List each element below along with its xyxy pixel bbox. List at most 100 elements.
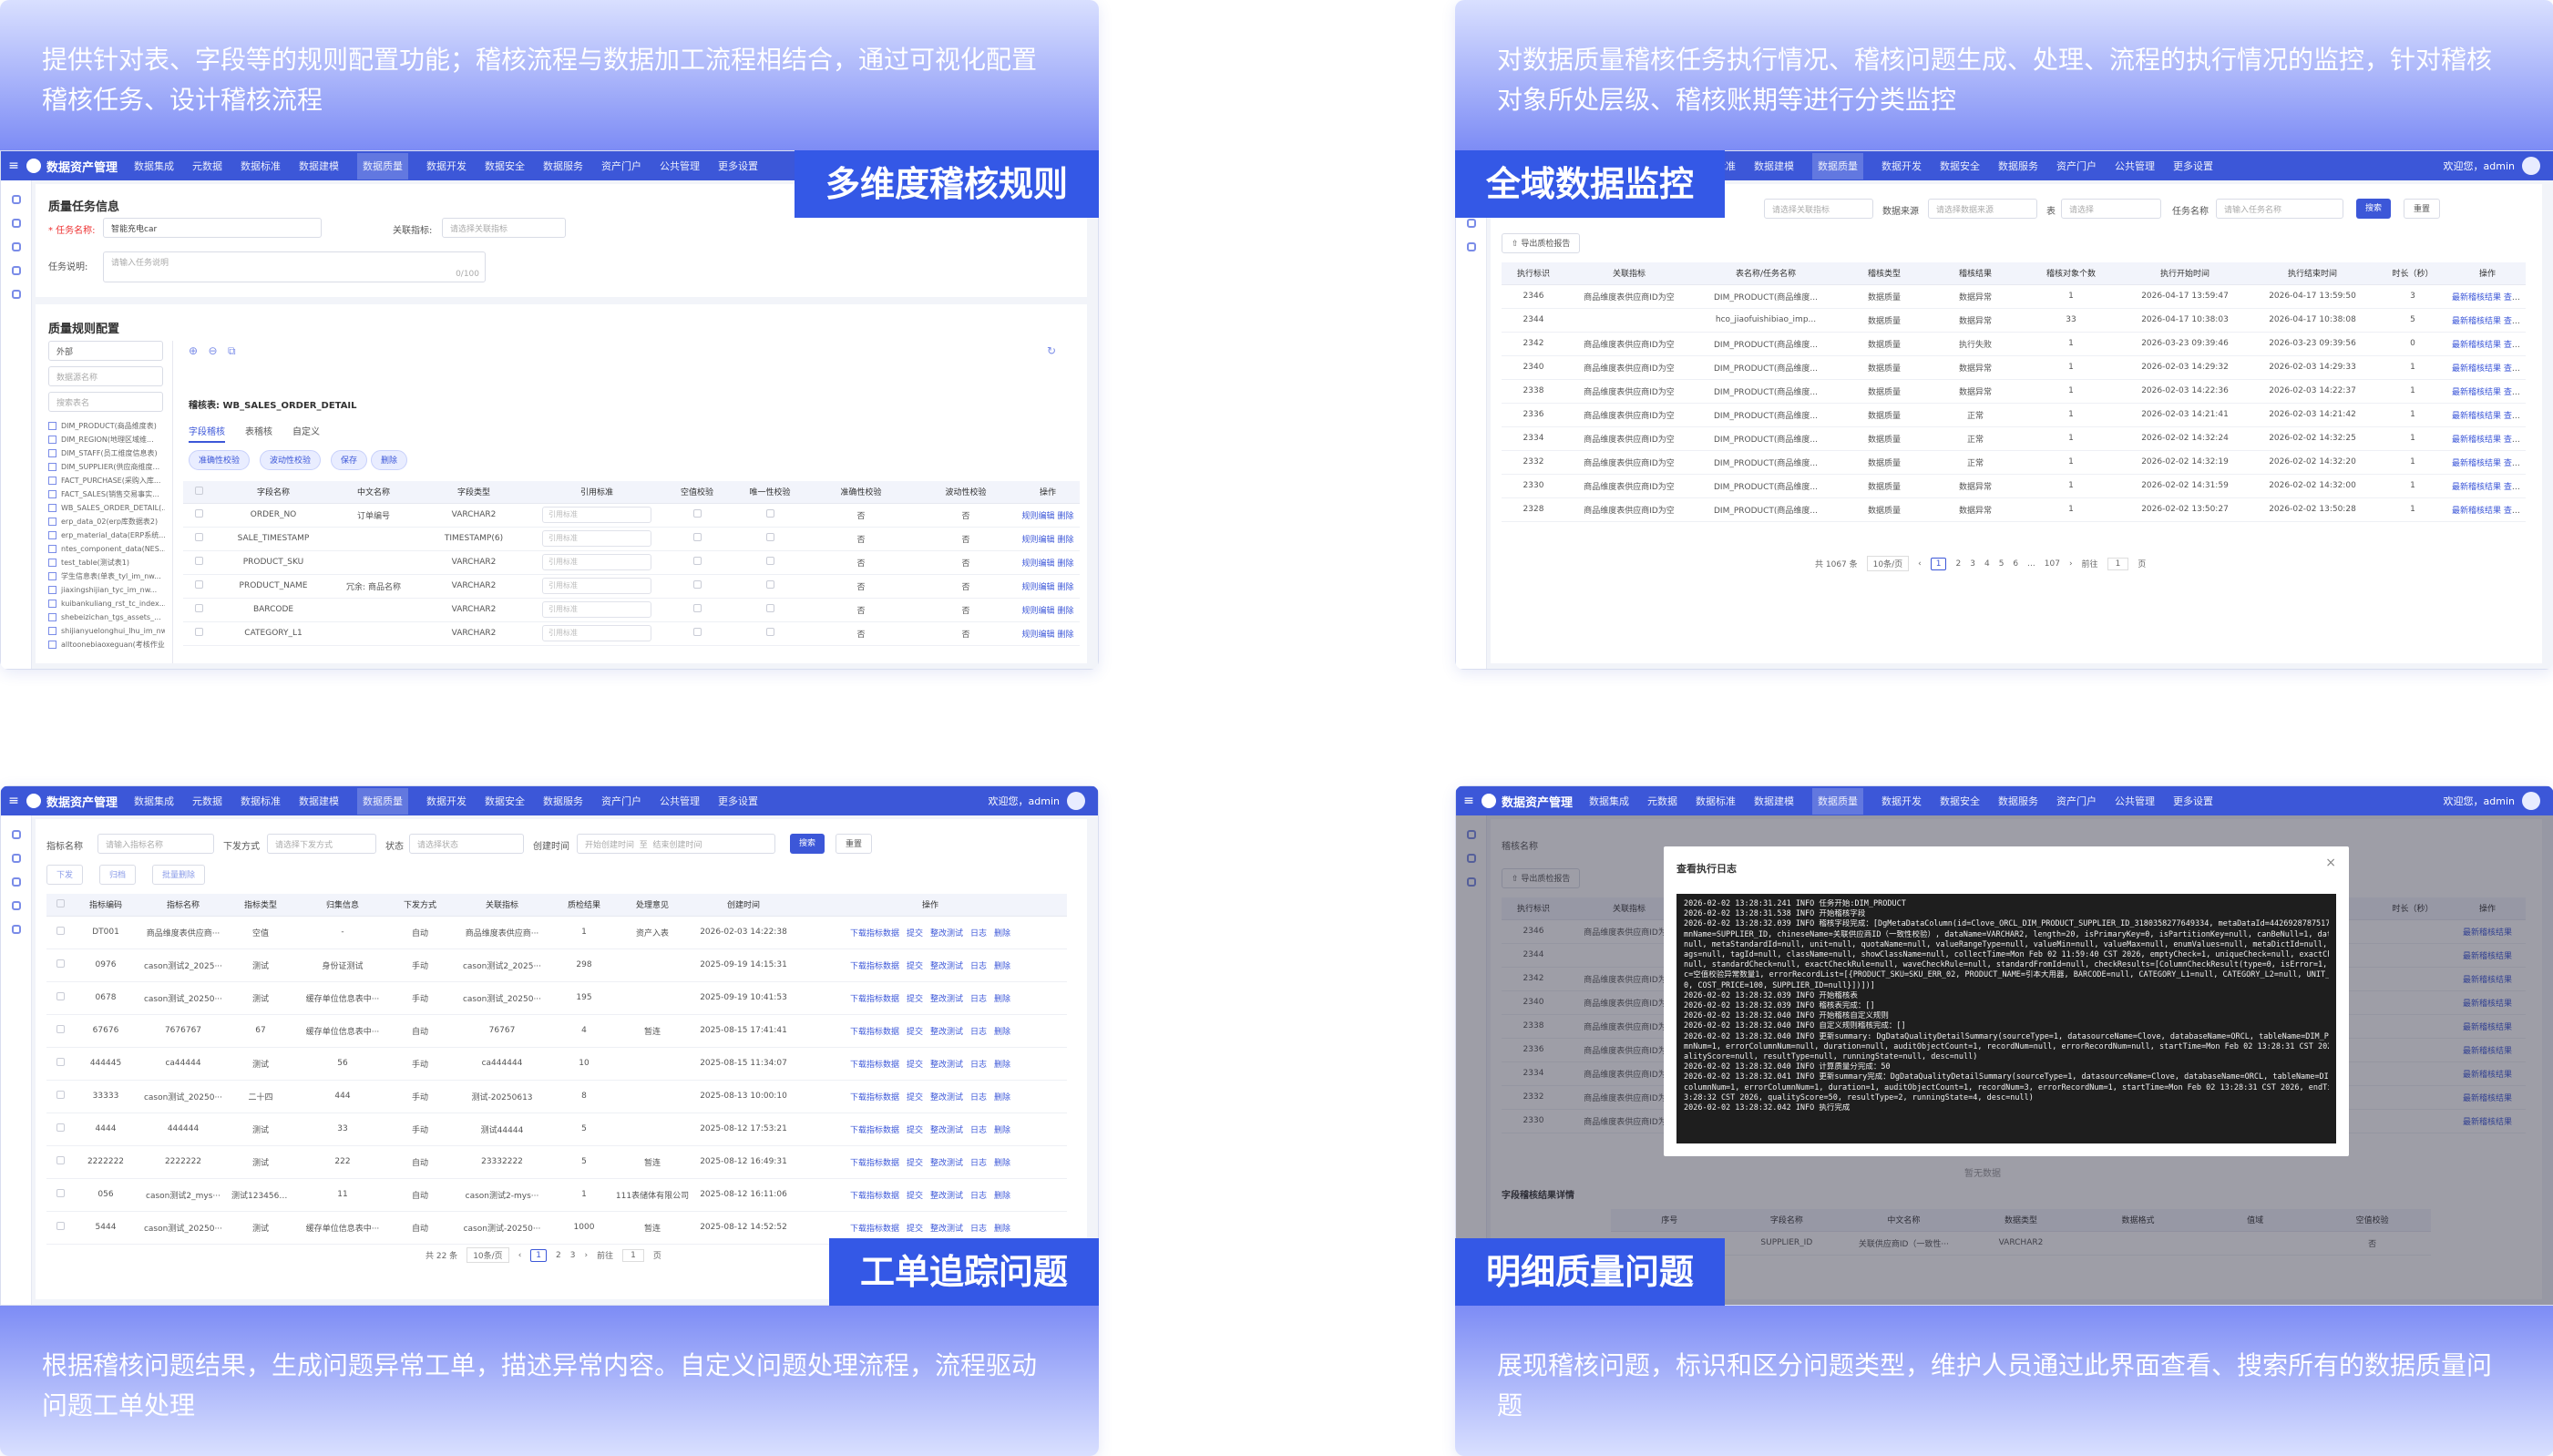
ticket-action-button[interactable]: 下发 (46, 865, 84, 885)
nav-item[interactable]: 公共管理 (2115, 795, 2155, 807)
page-number[interactable]: 3 (570, 1251, 576, 1260)
source-select[interactable]: 外部 (48, 341, 163, 361)
ticket-op-link[interactable]: 日志 (970, 1159, 987, 1168)
ticket-op-link[interactable]: 整改测试 (930, 1028, 963, 1037)
page-size-select[interactable]: 10条/页 (467, 1247, 509, 1263)
checkbox[interactable] (194, 486, 203, 495)
edit-rule-link[interactable]: 规则编辑 (1022, 631, 1055, 640)
ticket-op-link[interactable]: 提交 (907, 1126, 923, 1135)
page-number[interactable]: 2 (1955, 559, 1961, 569)
ticket-op-link[interactable]: 删除 (994, 1225, 1010, 1234)
ticket-op-link[interactable]: 提交 (907, 1061, 923, 1070)
nav-item[interactable]: 更多设置 (2173, 795, 2213, 807)
rule-action-button[interactable]: 删除 (371, 450, 408, 470)
user-menu[interactable]: 欢迎您，admin (2444, 157, 2540, 175)
tree-item[interactable]: DIM_STAFF(员工维度信息表) (48, 446, 165, 460)
nav-item[interactable]: 公共管理 (2115, 160, 2155, 172)
history-link[interactable]: 查看历史 (2504, 388, 2526, 397)
nav-item[interactable]: 数据集成 (1589, 795, 1629, 807)
date-range-picker[interactable]: 开始创建时间 至 结束创建时间 (577, 834, 775, 854)
checkbox[interactable] (56, 1156, 65, 1164)
nav-item[interactable]: 资产门户 (601, 795, 641, 807)
delete-link[interactable]: 删除 (1057, 583, 1073, 592)
nav-item[interactable]: 公共管理 (660, 160, 700, 172)
delete-link[interactable]: 删除 (1057, 631, 1073, 640)
ticket-op-link[interactable]: 日志 (970, 1028, 987, 1037)
ticket-op-link[interactable]: 删除 (994, 1192, 1010, 1201)
nav-item[interactable]: 公共管理 (660, 795, 700, 807)
ticket-op-link[interactable]: 下载指标数据 (850, 1093, 899, 1102)
side-icon[interactable] (11, 925, 21, 934)
related-metric-select[interactable]: 请选择关联指标 (442, 218, 566, 238)
latest-result-link[interactable]: 最新稽核结果 (2452, 341, 2501, 350)
nav-item[interactable]: 更多设置 (718, 160, 758, 172)
ticket-op-link[interactable]: 删除 (994, 1061, 1010, 1070)
reset-button[interactable]: 重置 (2404, 199, 2441, 219)
standard-select[interactable]: 引用标准 (542, 554, 651, 570)
nav-item[interactable]: 数据开发 (1881, 795, 1922, 807)
ticket-op-link[interactable]: 整改测试 (930, 995, 963, 1004)
latest-result-link[interactable]: 最新稽核结果 (2452, 412, 2501, 421)
menu-icon[interactable]: ≡ (1, 794, 26, 808)
tree-item[interactable]: DIM_REGION(地理区域维... (48, 433, 165, 446)
checkbox[interactable] (692, 628, 702, 636)
latest-result-link[interactable]: 最新稽核结果 (2452, 388, 2501, 397)
ticket-op-link[interactable]: 删除 (994, 1093, 1010, 1102)
history-link[interactable]: 查看历史 (2504, 364, 2526, 374)
page-number[interactable]: 4 (1984, 559, 1990, 569)
standard-select[interactable]: 引用标准 (542, 601, 651, 618)
ticket-op-link[interactable]: 日志 (970, 1192, 987, 1201)
next-page-icon[interactable]: › (585, 1251, 589, 1260)
search-button[interactable]: 搜索 (2356, 199, 2392, 219)
tree-item[interactable]: alltoonebiaoxeguan(考核作业... (48, 638, 165, 651)
ticket-op-link[interactable]: 下载指标数据 (850, 962, 899, 971)
ticket-op-link[interactable]: 删除 (994, 995, 1010, 1004)
ticket-op-link[interactable]: 日志 (970, 1093, 987, 1102)
page-number[interactable]: ... (2027, 559, 2035, 569)
history-link[interactable]: 查看历史 (2504, 507, 2526, 516)
task-desc-textarea[interactable]: 请输入任务说明 0/100 (103, 251, 486, 282)
tree-item[interactable]: erp_material_data(ERP系统... (48, 528, 165, 542)
ticket-action-button[interactable]: 归档 (99, 865, 137, 885)
avatar[interactable] (2522, 792, 2540, 810)
nav-item[interactable]: 数据安全 (485, 795, 525, 807)
tree-item[interactable]: test_table(测试表1) (48, 556, 165, 569)
rule-action-button[interactable]: 保存 (331, 450, 368, 470)
ticket-op-link[interactable]: 整改测试 (930, 1192, 963, 1201)
ticket-op-link[interactable]: 整改测试 (930, 1159, 963, 1168)
side-icon[interactable] (11, 901, 21, 910)
ticket-op-link[interactable]: 下载指标数据 (850, 995, 899, 1004)
ticket-op-link[interactable]: 日志 (970, 1061, 987, 1070)
ticket-op-link[interactable]: 日志 (970, 1225, 987, 1234)
rule-tab[interactable]: 自定义 (292, 427, 320, 437)
ticket-op-link[interactable]: 提交 (907, 929, 923, 938)
history-link[interactable]: 查看历史 (2504, 412, 2526, 421)
avatar[interactable] (1067, 792, 1085, 810)
checkbox[interactable] (765, 580, 774, 589)
nav-item[interactable]: 数据开发 (1881, 160, 1922, 172)
task-name-input[interactable]: 请输入任务名称 (2216, 199, 2343, 219)
rule-action-button[interactable]: 波动性校验 (260, 450, 322, 470)
delete-link[interactable]: 删除 (1057, 607, 1073, 616)
latest-result-link[interactable]: 最新稽核结果 (2452, 364, 2501, 374)
side-icon[interactable] (11, 242, 21, 251)
goto-input[interactable]: 1 (2107, 557, 2129, 570)
checkbox[interactable] (692, 557, 702, 565)
side-icon[interactable] (1466, 219, 1476, 228)
checkbox[interactable] (56, 1025, 65, 1033)
nav-item[interactable]: 数据质量 (1812, 788, 1864, 815)
standard-select[interactable]: 引用标准 (542, 507, 651, 523)
user-menu[interactable]: 欢迎您，admin (2444, 792, 2540, 810)
reset-button[interactable]: 重置 (836, 834, 873, 854)
ticket-op-link[interactable]: 删除 (994, 962, 1010, 971)
tree-item[interactable]: erp_data_02(erp库数据表2) (48, 515, 165, 528)
history-link[interactable]: 查看历史 (2504, 459, 2526, 468)
nav-item[interactable]: 数据质量 (357, 153, 409, 179)
delete-link[interactable]: 删除 (1057, 512, 1073, 521)
ticket-op-link[interactable]: 下载指标数据 (850, 1192, 899, 1201)
nav-item[interactable]: 数据建模 (1754, 795, 1794, 807)
page-number[interactable]: 2 (556, 1251, 561, 1260)
checkbox[interactable] (765, 509, 774, 518)
delete-link[interactable]: 删除 (1057, 536, 1073, 545)
app-logo[interactable]: 数据资产管理 (1482, 793, 1573, 810)
